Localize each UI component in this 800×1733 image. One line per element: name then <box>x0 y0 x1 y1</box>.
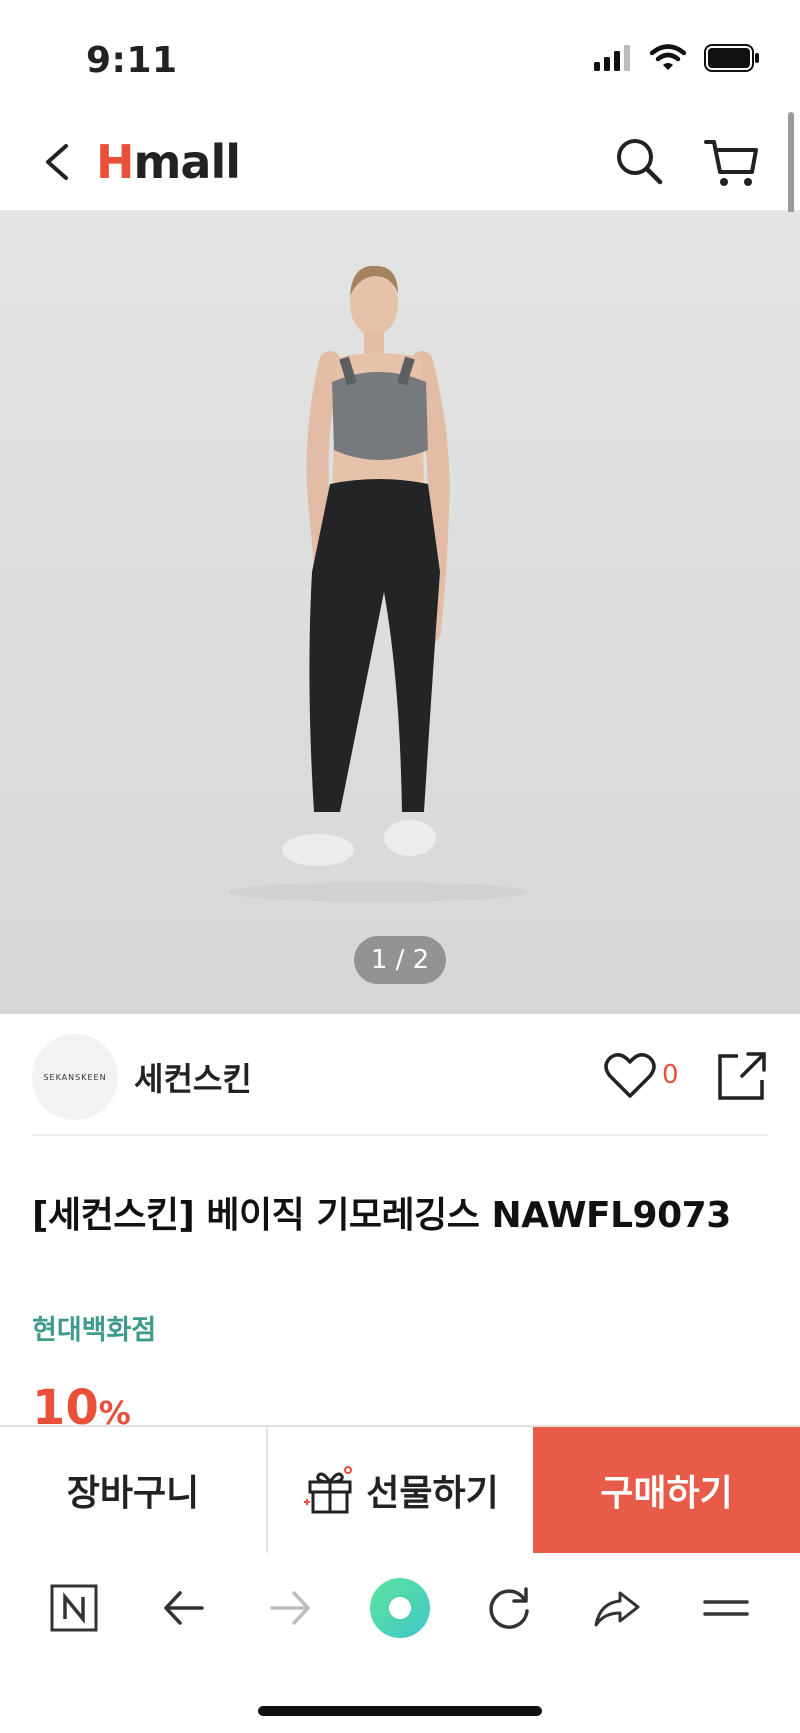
logo-h: H <box>96 135 134 189</box>
browser-home-icon <box>369 1578 430 1638</box>
like-count: 0 <box>662 1060 679 1090</box>
app-header: Hmall <box>0 120 800 212</box>
browser-green-button[interactable] <box>368 1576 432 1640</box>
status-icons <box>594 44 760 72</box>
gift-button[interactable]: 선물하기 <box>268 1427 533 1553</box>
browser-back-button[interactable] <box>151 1576 215 1640</box>
refresh-button[interactable] <box>477 1576 541 1640</box>
browser-share-button[interactable] <box>585 1576 649 1640</box>
discount-unit: % <box>98 1394 131 1425</box>
browser-toolbar <box>0 1553 800 1663</box>
back-icon <box>46 144 68 180</box>
discount-rate: 10% <box>32 1380 131 1425</box>
n-icon <box>50 1584 98 1632</box>
search-icon <box>617 139 663 185</box>
share-button[interactable] <box>716 1050 768 1102</box>
cellular-signal-icon <box>594 45 630 71</box>
menu-icon <box>702 1600 749 1616</box>
status-bar: 9:11 <box>0 0 800 120</box>
seller-tag[interactable]: 현대백화점 <box>32 1308 156 1347</box>
product-title: [세컨스킨] 베이직 기모레깅스 NAWFL9073 <box>32 1195 731 1236</box>
purchase-action-bar: 장바구니 선물하기 구매하기 <box>0 1425 800 1553</box>
brand-name[interactable]: 세컨스킨 <box>134 1054 252 1100</box>
back-button[interactable] <box>30 132 90 192</box>
wifi-icon <box>650 44 686 70</box>
refresh-icon <box>488 1587 529 1629</box>
search-button[interactable] <box>610 132 670 192</box>
logo-rest: mall <box>133 135 242 189</box>
cart-icon <box>704 140 758 186</box>
product-image[interactable] <box>0 212 800 1014</box>
battery-icon <box>704 44 759 72</box>
discount-value: 10 <box>32 1380 99 1425</box>
gift-icon <box>304 1466 353 1514</box>
naver-home-button[interactable] <box>42 1576 106 1640</box>
forward-share-icon <box>594 1591 640 1627</box>
browser-forward-button[interactable] <box>259 1576 323 1640</box>
image-counter: 1 / 2 <box>354 936 446 984</box>
heart-icon <box>604 1053 656 1098</box>
arrow-right-icon <box>270 1591 311 1625</box>
buy-now-button[interactable]: 구매하기 <box>533 1427 800 1553</box>
home-indicator[interactable] <box>258 1706 542 1716</box>
brand-logo[interactable]: SEKANSKEEN <box>32 1034 118 1120</box>
product-photo <box>0 212 800 1014</box>
like-button[interactable] <box>602 1050 662 1104</box>
add-to-cart-button[interactable]: 장바구니 <box>0 1427 268 1553</box>
gift-label: 선물하기 <box>366 1473 499 1514</box>
cart-button[interactable] <box>700 130 764 194</box>
browser-menu-button[interactable] <box>694 1576 758 1640</box>
status-time: 9:11 <box>86 40 178 81</box>
brand-row: SEKANSKEEN 세컨스킨 0 <box>32 1034 768 1136</box>
share-icon <box>718 1052 766 1100</box>
hmall-logo[interactable]: Hmall <box>96 134 242 190</box>
arrow-left-icon <box>164 1591 204 1625</box>
